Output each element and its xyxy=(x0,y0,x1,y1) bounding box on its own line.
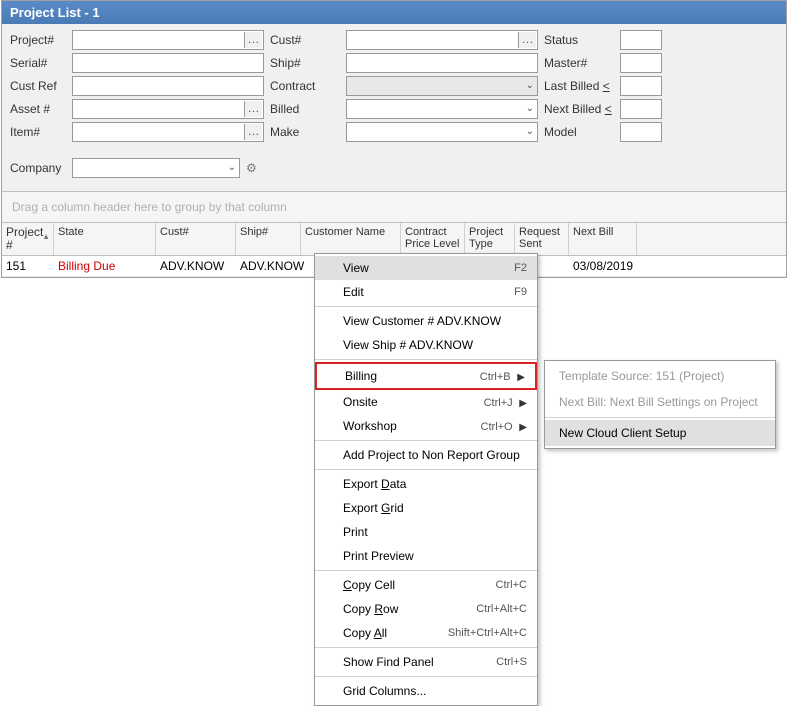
ship-label: Ship# xyxy=(266,56,344,70)
nextbilled-label: Next Billed < xyxy=(540,102,618,116)
col-cust[interactable]: Cust# xyxy=(156,223,236,255)
asset-lookup-button[interactable]: … xyxy=(244,101,262,117)
serial-label: Serial# xyxy=(10,56,70,70)
ship-input[interactable] xyxy=(346,53,538,73)
sort-asc-icon: ▲ xyxy=(42,231,50,243)
project-lookup-button[interactable]: … xyxy=(244,32,262,48)
menu-separator xyxy=(545,417,775,418)
menu-separator xyxy=(315,359,537,360)
billing-submenu: Template Source: 151 (Project) Next Bill… xyxy=(544,360,776,449)
chevron-down-icon: ⌄ xyxy=(526,80,534,91)
menu-show-find[interactable]: Show Find PanelCtrl+S xyxy=(315,650,537,674)
master-input[interactable] xyxy=(620,53,662,73)
menu-view-ship[interactable]: View Ship # ADV.KNOW xyxy=(315,333,537,357)
col-custname[interactable]: Customer Name xyxy=(301,223,401,255)
billed-select[interactable]: ⌄ xyxy=(346,99,538,119)
company-select[interactable]: ⌄ xyxy=(72,158,240,178)
asset-label: Asset # xyxy=(10,102,70,116)
model-input[interactable] xyxy=(620,122,662,142)
menu-copy-row[interactable]: Copy RowCtrl+Alt+C xyxy=(315,597,537,621)
menu-billing[interactable]: BillingCtrl+B ▶ xyxy=(315,362,537,390)
contract-label: Contract xyxy=(266,79,344,93)
submenu-arrow-icon: ▶ xyxy=(519,398,527,409)
status-label: Status xyxy=(540,33,618,47)
custref-label: Cust Ref xyxy=(10,79,70,93)
menu-copy-cell[interactable]: Copy CellCtrl+C xyxy=(315,573,537,597)
cust-lookup-button[interactable]: … xyxy=(518,32,536,48)
make-label: Make xyxy=(266,125,344,139)
col-state[interactable]: State xyxy=(54,223,156,255)
menu-export-data[interactable]: Export Data xyxy=(315,472,537,496)
menu-separator xyxy=(315,570,537,571)
menu-grid-columns[interactable]: Grid Columns... xyxy=(315,679,537,703)
menu-separator xyxy=(315,647,537,648)
col-project[interactable]: Project #▲ xyxy=(2,223,54,255)
col-ship[interactable]: Ship# xyxy=(236,223,301,255)
item-label: Item# xyxy=(10,125,70,139)
menu-separator xyxy=(315,676,537,677)
context-menu: ViewF2 EditF9 View Customer # ADV.KNOW V… xyxy=(314,253,538,706)
asset-input[interactable]: … xyxy=(72,99,264,119)
model-label: Model xyxy=(540,125,618,139)
menu-workshop[interactable]: WorkshopCtrl+O ▶ xyxy=(315,414,537,438)
menu-export-grid[interactable]: Export Grid xyxy=(315,496,537,520)
submenu-template-source: Template Source: 151 (Project) xyxy=(545,363,775,389)
col-reqsent[interactable]: Request Sent xyxy=(515,223,569,255)
menu-add-nonreport[interactable]: Add Project to Non Report Group xyxy=(315,443,537,467)
submenu-next-bill: Next Bill: Next Bill Settings on Project xyxy=(545,389,775,415)
menu-edit[interactable]: EditF9 xyxy=(315,280,537,304)
cust-input[interactable]: … xyxy=(346,30,538,50)
project-label: Project# xyxy=(10,33,70,47)
menu-separator xyxy=(315,306,537,307)
custref-input[interactable] xyxy=(72,76,264,96)
menu-copy-all[interactable]: Copy AllShift+Ctrl+Alt+C xyxy=(315,621,537,645)
filter-panel: Project# … Cust# … Status Serial# Ship# … xyxy=(2,24,786,192)
menu-separator xyxy=(315,469,537,470)
col-nextbill[interactable]: Next Bill xyxy=(569,223,637,255)
submenu-arrow-icon: ▶ xyxy=(519,422,527,433)
col-contractprice[interactable]: Contract Price Level xyxy=(401,223,465,255)
chevron-down-icon: ⌄ xyxy=(228,162,236,173)
submenu-new-cloud-client[interactable]: New Cloud Client Setup xyxy=(545,420,775,446)
menu-separator xyxy=(315,440,537,441)
menu-onsite[interactable]: OnsiteCtrl+J ▶ xyxy=(315,390,537,414)
cell-state: Billing Due xyxy=(54,256,156,276)
grid-header: Project #▲ State Cust# Ship# Customer Na… xyxy=(2,223,786,256)
make-select[interactable]: ⌄ xyxy=(346,122,538,142)
item-lookup-button[interactable]: … xyxy=(244,124,262,140)
cell-ship: ADV.KNOW xyxy=(236,256,301,276)
col-projtype[interactable]: Project Type xyxy=(465,223,515,255)
chevron-down-icon: ⌄ xyxy=(526,126,534,137)
nextbilled-input[interactable] xyxy=(620,99,662,119)
status-input[interactable] xyxy=(620,30,662,50)
title-bar: Project List - 1 xyxy=(2,1,786,24)
group-by-hint[interactable]: Drag a column header here to group by th… xyxy=(2,192,786,223)
menu-view-customer[interactable]: View Customer # ADV.KNOW xyxy=(315,309,537,333)
contract-select[interactable]: ⌄ xyxy=(346,76,538,96)
company-label: Company xyxy=(10,161,70,175)
master-label: Master# xyxy=(540,56,618,70)
item-input[interactable]: … xyxy=(72,122,264,142)
cell-project: 151 xyxy=(2,256,54,276)
project-list-window: Project List - 1 Project# … Cust# … Stat… xyxy=(1,0,787,278)
cell-cust: ADV.KNOW xyxy=(156,256,236,276)
gear-icon[interactable]: ⚙ xyxy=(246,161,257,175)
menu-print-preview[interactable]: Print Preview xyxy=(315,544,537,568)
cell-nextbill: 03/08/2019 xyxy=(569,256,637,276)
billed-label: Billed xyxy=(266,102,344,116)
serial-input[interactable] xyxy=(72,53,264,73)
chevron-down-icon: ⌄ xyxy=(526,103,534,114)
project-input[interactable]: … xyxy=(72,30,264,50)
cust-label: Cust# xyxy=(266,33,344,47)
lastbilled-label: Last Billed < xyxy=(540,79,618,93)
menu-view[interactable]: ViewF2 xyxy=(315,256,537,280)
submenu-arrow-icon: ▶ xyxy=(517,372,525,383)
lastbilled-input[interactable] xyxy=(620,76,662,96)
menu-print[interactable]: Print xyxy=(315,520,537,544)
